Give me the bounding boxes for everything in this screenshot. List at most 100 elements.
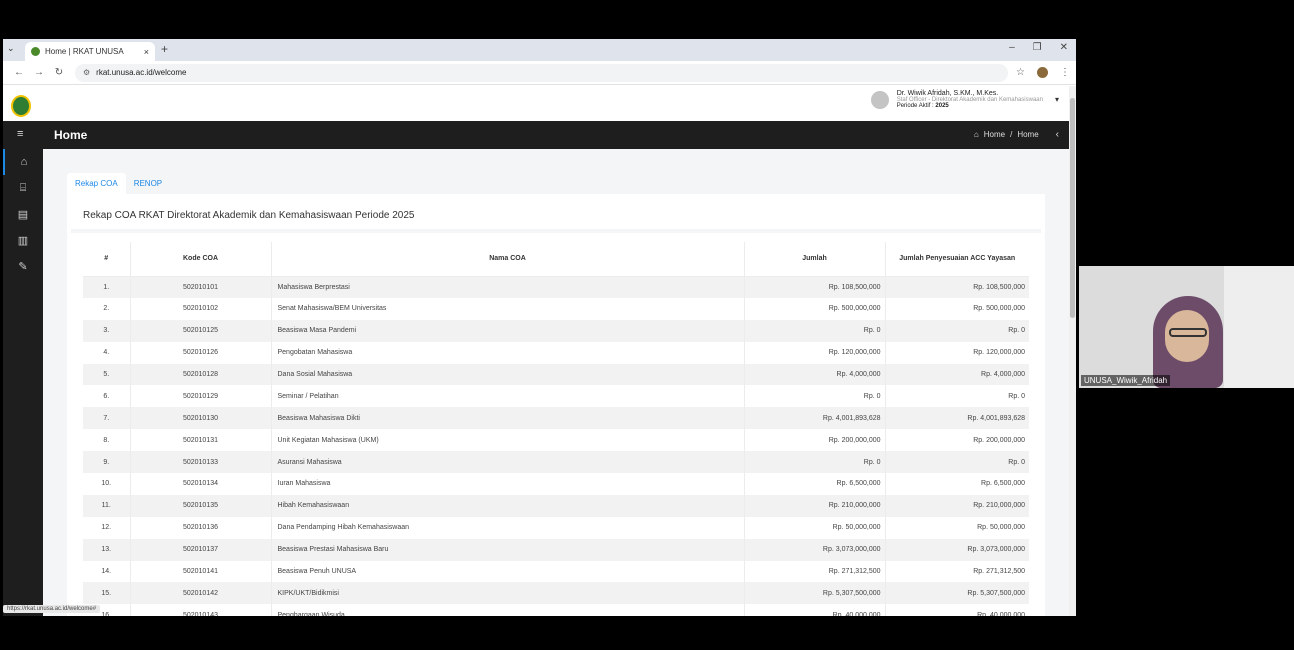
jumlah-penyesuaian-cell: Rp. 500,000,000 bbox=[973, 305, 1025, 313]
kode-coa-cell: 502010128 bbox=[130, 363, 272, 386]
table-row: 16. 502010143 Penghargaan Wisuda Rp. 40,000… bbox=[83, 604, 1029, 616]
sidebar-item-document[interactable]: ▤ bbox=[3, 201, 43, 227]
new-tab-icon[interactable]: + bbox=[161, 42, 168, 56]
table-row: 15. 502010142 KIPK/UKT/Bidikmisi Rp. 5,307,… bbox=[83, 582, 1029, 605]
breadcrumb-home-link[interactable]: Home bbox=[984, 130, 1005, 139]
row-number: 15. bbox=[83, 582, 131, 605]
row-number: 4. bbox=[83, 341, 131, 364]
sidebar-item-settings[interactable]: ✎ bbox=[3, 253, 43, 279]
kode-coa-cell: 502010130 bbox=[130, 407, 272, 430]
row-number: 2. bbox=[83, 297, 131, 320]
bookmark-star-icon[interactable]: ☆ bbox=[1016, 67, 1025, 78]
nama-coa-cell: Iuran Mahasiswa bbox=[271, 473, 745, 495]
jumlah-penyesuaian-cell: Rp. 200,000,000 bbox=[973, 436, 1025, 444]
table-row: 13. 502010137 Beasiswa Prestasi Mahasiswa … bbox=[83, 538, 1029, 561]
jumlah-penyesuaian-cell: Rp. 40,000,000 bbox=[977, 611, 1025, 616]
nama-coa-cell: KIPK/UKT/Bidikmisi bbox=[271, 582, 745, 605]
jumlah-penyesuaian-cell: Rp. 120,000,000 bbox=[973, 349, 1025, 357]
card-title: Rekap COA RKAT Direktorat Akademik dan K… bbox=[83, 210, 415, 221]
collapse-chevron-icon[interactable]: ‹ bbox=[1056, 129, 1059, 140]
background-wall bbox=[1224, 266, 1294, 388]
restore-icon[interactable]: ❐ bbox=[1033, 42, 1042, 53]
nama-coa-cell: Dana Sosial Mahasiswa bbox=[271, 363, 745, 386]
jumlah-penyesuaian-cell: Rp. 108,500,000 bbox=[885, 276, 1029, 298]
address-bar: ← → ↻ ⚙ rkat.unusa.ac.id/welcome ☆ ⋮ bbox=[3, 61, 1076, 85]
user-menu[interactable]: Dr. Wiwik Afridah, S.KM., M.Kes. Staf Of… bbox=[870, 90, 1059, 109]
coa-table: # Kode COA Nama COA Jumlah Jumlah Penyes… bbox=[83, 242, 1029, 616]
jumlah-cell: Rp. 500,000,000 bbox=[744, 297, 886, 320]
tab-renop[interactable]: RENOP bbox=[126, 173, 170, 194]
video-tile[interactable]: UNUSA_Wiwik_Afridah bbox=[1079, 266, 1294, 388]
jumlah-penyesuaian-cell: Rp. 4,001,893,628 bbox=[885, 407, 1029, 430]
user-name: Dr. Wiwik Afridah, S.KM., M.Kes. bbox=[896, 90, 999, 97]
site-settings-icon[interactable]: ⚙ bbox=[83, 68, 90, 77]
file-icon: ▥ bbox=[17, 234, 29, 247]
back-icon[interactable]: ← bbox=[9, 67, 29, 78]
kode-coa-cell: 502010126 bbox=[130, 341, 272, 364]
breadcrumb-separator: / bbox=[1010, 130, 1013, 139]
sidebar-item-home[interactable]: ⌂ bbox=[3, 149, 43, 175]
sidebar-item-bank[interactable]: ⌸ bbox=[3, 175, 43, 201]
url-field[interactable]: ⚙ rkat.unusa.ac.id/welcome bbox=[75, 63, 1009, 82]
nama-coa-cell: Unit Kegiatan Mahasiswa (UKM) bbox=[271, 429, 745, 452]
web-page: Dr. Wiwik Afridah, S.KM., M.Kes. Staf Of… bbox=[3, 86, 1069, 616]
kode-coa-cell: 502010101 bbox=[130, 276, 272, 298]
kode-coa-cell: 502010131 bbox=[130, 429, 272, 452]
jumlah-penyesuaian-cell: Rp. 0 bbox=[885, 451, 1029, 474]
url-text: rkat.unusa.ac.id/welcome bbox=[96, 68, 187, 77]
jumlah-penyesuaian-cell: Rp. 0 bbox=[1008, 392, 1025, 400]
close-tab-icon[interactable]: × bbox=[144, 47, 149, 57]
row-number: 8. bbox=[83, 429, 131, 452]
nama-coa-cell: Seminar / Pelatihan bbox=[271, 385, 745, 408]
jumlah-penyesuaian-cell: Rp. 6,500,000 bbox=[981, 480, 1025, 488]
jumlah-cell: Rp. 108,500,000 bbox=[744, 276, 886, 298]
header-nama-coa: Nama COA bbox=[271, 242, 745, 277]
home-icon: ⌂ bbox=[20, 156, 28, 168]
table-row: 6. 502010129 Seminar / Pelatihan Rp. 0 Rp. 0 bbox=[83, 385, 1029, 408]
browser-menu-icon[interactable]: ⋮ bbox=[1060, 67, 1070, 78]
minimize-icon[interactable]: – bbox=[1009, 42, 1015, 53]
bank-icon: ⌸ bbox=[19, 181, 27, 194]
nama-coa-cell: Dana Pendamping Hibah Kemahasiswaan bbox=[271, 516, 745, 539]
sidebar-item-report[interactable]: ▥ bbox=[3, 227, 43, 253]
browser-tab[interactable]: Home | RKAT UNUSA × bbox=[25, 42, 155, 61]
table-row: 2. 502010102 Senat Mahasiswa/BEM Universit… bbox=[83, 297, 1029, 320]
row-number: 9. bbox=[83, 451, 131, 474]
wrench-icon: ✎ bbox=[18, 260, 28, 273]
table-body: 1. 502010101 Mahasiswa Berprestasi Rp. 108,… bbox=[83, 276, 1029, 616]
row-number: 12. bbox=[83, 516, 131, 539]
row-number: 11. bbox=[83, 494, 131, 517]
page-scrollbar[interactable] bbox=[1069, 86, 1076, 616]
tab-title: Home | RKAT UNUSA bbox=[45, 47, 124, 56]
kode-coa-cell: 502010134 bbox=[130, 473, 272, 495]
reload-icon[interactable]: ↻ bbox=[49, 67, 69, 78]
window-controls: – ❐ ✕ bbox=[1009, 42, 1068, 53]
jumlah-penyesuaian-cell: Rp. 0 bbox=[885, 319, 1029, 342]
profile-avatar[interactable] bbox=[1037, 67, 1048, 78]
jumlah-cell: Rp. 5,307,500,000 bbox=[744, 582, 886, 605]
nama-coa-cell: Asuransi Mahasiswa bbox=[271, 451, 745, 474]
kode-coa-cell: 502010125 bbox=[130, 319, 272, 342]
jumlah-cell: Rp. 210,000,000 bbox=[744, 494, 886, 517]
status-bar-url: https://rkat.unusa.ac.id/welcome# bbox=[3, 605, 101, 613]
kode-coa-cell: 502010135 bbox=[130, 494, 272, 517]
row-number: 5. bbox=[83, 363, 131, 386]
tab-list-icon[interactable]: ⌄ bbox=[7, 43, 15, 54]
chevron-down-icon[interactable]: ▾ bbox=[1055, 95, 1059, 104]
close-window-icon[interactable]: ✕ bbox=[1060, 42, 1068, 53]
jumlah-penyesuaian-cell: Rp. 5,307,500,000 bbox=[885, 582, 1029, 605]
page-title: Home bbox=[54, 128, 88, 142]
period-value: 2025 bbox=[935, 103, 949, 109]
table-header-row: # Kode COA Nama COA Jumlah Jumlah Penyes… bbox=[83, 242, 1029, 277]
breadcrumb-current: Home bbox=[1017, 130, 1039, 139]
tab-rekap-coa[interactable]: Rekap COA bbox=[67, 173, 126, 194]
forward-icon[interactable]: → bbox=[29, 67, 49, 78]
glasses-shape bbox=[1169, 328, 1207, 337]
breadcrumb: ⌂ Home / Home ‹ bbox=[974, 129, 1059, 140]
unusa-logo[interactable] bbox=[11, 95, 31, 117]
scrollbar-thumb[interactable] bbox=[1070, 98, 1075, 318]
nama-coa-cell: Senat Mahasiswa/BEM Universitas bbox=[271, 297, 745, 320]
hamburger-menu-icon[interactable]: ≡ bbox=[17, 128, 23, 140]
rekap-card: Rekap COA RKAT Direktorat Akademik dan K… bbox=[67, 194, 1045, 616]
user-avatar-icon bbox=[870, 90, 889, 109]
